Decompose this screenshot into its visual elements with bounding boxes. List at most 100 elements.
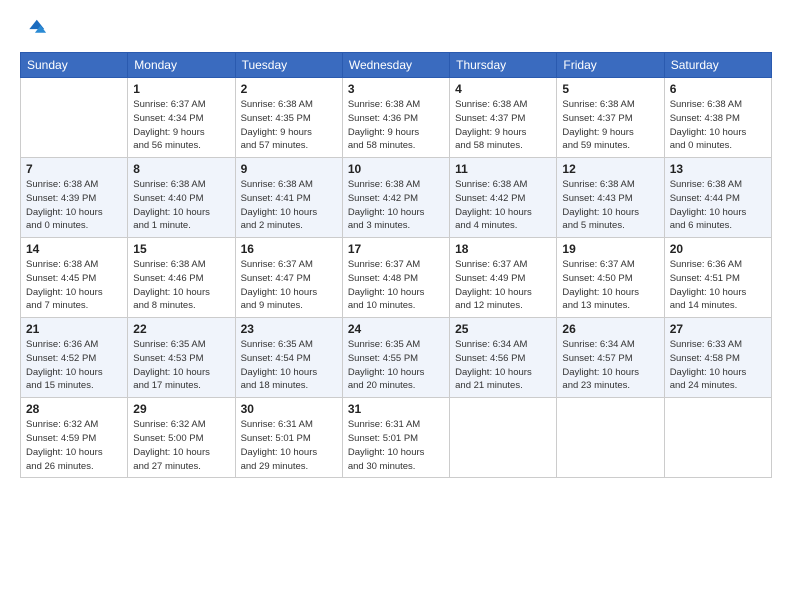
day-number: 21 xyxy=(26,322,122,336)
logo xyxy=(20,16,52,44)
day-info: Sunrise: 6:36 AMSunset: 4:52 PMDaylight:… xyxy=(26,338,122,393)
day-info: Sunrise: 6:37 AMSunset: 4:34 PMDaylight:… xyxy=(133,98,229,153)
calendar-cell: 9 Sunrise: 6:38 AMSunset: 4:41 PMDaylight… xyxy=(235,158,342,238)
day-info: Sunrise: 6:38 AMSunset: 4:38 PMDaylight:… xyxy=(670,98,766,153)
week-row-4: 21 Sunrise: 6:36 AMSunset: 4:52 PMDayligh… xyxy=(21,318,772,398)
day-info: Sunrise: 6:35 AMSunset: 4:55 PMDaylight:… xyxy=(348,338,444,393)
day-info: Sunrise: 6:33 AMSunset: 4:58 PMDaylight:… xyxy=(670,338,766,393)
day-number: 8 xyxy=(133,162,229,176)
week-row-2: 7 Sunrise: 6:38 AMSunset: 4:39 PMDaylight… xyxy=(21,158,772,238)
calendar-cell: 16 Sunrise: 6:37 AMSunset: 4:47 PMDayligh… xyxy=(235,238,342,318)
day-number: 31 xyxy=(348,402,444,416)
weekday-header-row: SundayMondayTuesdayWednesdayThursdayFrid… xyxy=(21,53,772,78)
day-number: 16 xyxy=(241,242,337,256)
day-number: 20 xyxy=(670,242,766,256)
calendar-cell: 22Sunrise: 6:35 AMSunset: 4:53 PMDayligh… xyxy=(128,318,235,398)
day-info: Sunrise: 6:38 AMSunset: 4:46 PMDaylight:… xyxy=(133,258,229,313)
calendar-cell: 17 Sunrise: 6:37 AMSunset: 4:48 PMDayligh… xyxy=(342,238,449,318)
day-info: Sunrise: 6:38 AMSunset: 4:35 PMDaylight:… xyxy=(241,98,337,153)
day-number: 18 xyxy=(455,242,551,256)
calendar-cell: 4Sunrise: 6:38 AMSunset: 4:37 PMDaylight… xyxy=(450,78,557,158)
day-number: 10 xyxy=(348,162,444,176)
calendar-cell: 21 Sunrise: 6:36 AMSunset: 4:52 PMDayligh… xyxy=(21,318,128,398)
day-number: 5 xyxy=(562,82,658,96)
day-info: Sunrise: 6:38 AMSunset: 4:43 PMDaylight:… xyxy=(562,178,658,233)
day-info: Sunrise: 6:37 AMSunset: 4:48 PMDaylight:… xyxy=(348,258,444,313)
calendar-cell: 10 Sunrise: 6:38 AMSunset: 4:42 PMDayligh… xyxy=(342,158,449,238)
calendar-cell: 3Sunrise: 6:38 AMSunset: 4:36 PMDaylight… xyxy=(342,78,449,158)
day-number: 17 xyxy=(348,242,444,256)
calendar-cell: 15 Sunrise: 6:38 AMSunset: 4:46 PMDayligh… xyxy=(128,238,235,318)
calendar-cell: 20 Sunrise: 6:36 AMSunset: 4:51 PMDayligh… xyxy=(664,238,771,318)
calendar-cell xyxy=(21,78,128,158)
header xyxy=(20,16,772,44)
calendar-cell: 12 Sunrise: 6:38 AMSunset: 4:43 PMDayligh… xyxy=(557,158,664,238)
calendar-cell: 13Sunrise: 6:38 AMSunset: 4:44 PMDayligh… xyxy=(664,158,771,238)
day-number: 12 xyxy=(562,162,658,176)
day-info: Sunrise: 6:34 AMSunset: 4:57 PMDaylight:… xyxy=(562,338,658,393)
day-info: Sunrise: 6:37 AMSunset: 4:50 PMDaylight:… xyxy=(562,258,658,313)
calendar-cell: 5 Sunrise: 6:38 AMSunset: 4:37 PMDaylight… xyxy=(557,78,664,158)
calendar-cell: 11 Sunrise: 6:38 AMSunset: 4:42 PMDayligh… xyxy=(450,158,557,238)
week-row-3: 14Sunrise: 6:38 AMSunset: 4:45 PMDayligh… xyxy=(21,238,772,318)
calendar-cell: 23 Sunrise: 6:35 AMSunset: 4:54 PMDayligh… xyxy=(235,318,342,398)
day-info: Sunrise: 6:38 AMSunset: 4:37 PMDaylight:… xyxy=(455,98,551,153)
day-number: 27 xyxy=(670,322,766,336)
day-number: 19 xyxy=(562,242,658,256)
calendar-cell: 30Sunrise: 6:31 AMSunset: 5:01 PMDayligh… xyxy=(235,398,342,478)
calendar-cell: 6 Sunrise: 6:38 AMSunset: 4:38 PMDaylight… xyxy=(664,78,771,158)
day-info: Sunrise: 6:34 AMSunset: 4:56 PMDaylight:… xyxy=(455,338,551,393)
day-info: Sunrise: 6:36 AMSunset: 4:51 PMDaylight:… xyxy=(670,258,766,313)
calendar-cell: 27 Sunrise: 6:33 AMSunset: 4:58 PMDayligh… xyxy=(664,318,771,398)
weekday-header-saturday: Saturday xyxy=(664,53,771,78)
day-number: 28 xyxy=(26,402,122,416)
calendar-cell: 19 Sunrise: 6:37 AMSunset: 4:50 PMDayligh… xyxy=(557,238,664,318)
calendar-cell: 29Sunrise: 6:32 AMSunset: 5:00 PMDayligh… xyxy=(128,398,235,478)
day-number: 13 xyxy=(670,162,766,176)
day-number: 15 xyxy=(133,242,229,256)
day-number: 23 xyxy=(241,322,337,336)
weekday-header-wednesday: Wednesday xyxy=(342,53,449,78)
day-number: 11 xyxy=(455,162,551,176)
weekday-header-friday: Friday xyxy=(557,53,664,78)
day-info: Sunrise: 6:37 AMSunset: 4:47 PMDaylight:… xyxy=(241,258,337,313)
day-info: Sunrise: 6:31 AMSunset: 5:01 PMDaylight:… xyxy=(348,418,444,473)
calendar-cell: 26 Sunrise: 6:34 AMSunset: 4:57 PMDayligh… xyxy=(557,318,664,398)
week-row-1: 1 Sunrise: 6:37 AMSunset: 4:34 PMDaylight… xyxy=(21,78,772,158)
day-info: Sunrise: 6:38 AMSunset: 4:37 PMDaylight:… xyxy=(562,98,658,153)
calendar-cell xyxy=(664,398,771,478)
page: SundayMondayTuesdayWednesdayThursdayFrid… xyxy=(0,0,792,612)
day-info: Sunrise: 6:32 AMSunset: 5:00 PMDaylight:… xyxy=(133,418,229,473)
day-info: Sunrise: 6:38 AMSunset: 4:40 PMDaylight:… xyxy=(133,178,229,233)
day-info: Sunrise: 6:38 AMSunset: 4:36 PMDaylight:… xyxy=(348,98,444,153)
day-number: 24 xyxy=(348,322,444,336)
calendar-cell: 25 Sunrise: 6:34 AMSunset: 4:56 PMDayligh… xyxy=(450,318,557,398)
calendar-cell: 18Sunrise: 6:37 AMSunset: 4:49 PMDayligh… xyxy=(450,238,557,318)
day-number: 22 xyxy=(133,322,229,336)
calendar-cell: 1 Sunrise: 6:37 AMSunset: 4:34 PMDaylight… xyxy=(128,78,235,158)
day-number: 25 xyxy=(455,322,551,336)
day-info: Sunrise: 6:38 AMSunset: 4:42 PMDaylight:… xyxy=(455,178,551,233)
week-row-5: 28Sunrise: 6:32 AMSunset: 4:59 PMDayligh… xyxy=(21,398,772,478)
calendar-cell: 8 Sunrise: 6:38 AMSunset: 4:40 PMDaylight… xyxy=(128,158,235,238)
day-number: 9 xyxy=(241,162,337,176)
day-info: Sunrise: 6:38 AMSunset: 4:41 PMDaylight:… xyxy=(241,178,337,233)
calendar-table: SundayMondayTuesdayWednesdayThursdayFrid… xyxy=(20,52,772,478)
calendar-cell: 24 Sunrise: 6:35 AMSunset: 4:55 PMDayligh… xyxy=(342,318,449,398)
calendar-cell xyxy=(450,398,557,478)
calendar-cell: 14Sunrise: 6:38 AMSunset: 4:45 PMDayligh… xyxy=(21,238,128,318)
weekday-header-thursday: Thursday xyxy=(450,53,557,78)
day-number: 26 xyxy=(562,322,658,336)
calendar-cell: 2Sunrise: 6:38 AMSunset: 4:35 PMDaylight… xyxy=(235,78,342,158)
calendar-cell xyxy=(557,398,664,478)
day-info: Sunrise: 6:38 AMSunset: 4:42 PMDaylight:… xyxy=(348,178,444,233)
weekday-header-tuesday: Tuesday xyxy=(235,53,342,78)
day-number: 6 xyxy=(670,82,766,96)
day-number: 1 xyxy=(133,82,229,96)
day-info: Sunrise: 6:35 AMSunset: 4:54 PMDaylight:… xyxy=(241,338,337,393)
calendar-cell: 7 Sunrise: 6:38 AMSunset: 4:39 PMDaylight… xyxy=(21,158,128,238)
day-info: Sunrise: 6:38 AMSunset: 4:39 PMDaylight:… xyxy=(26,178,122,233)
calendar-cell: 31 Sunrise: 6:31 AMSunset: 5:01 PMDayligh… xyxy=(342,398,449,478)
day-number: 7 xyxy=(26,162,122,176)
day-info: Sunrise: 6:31 AMSunset: 5:01 PMDaylight:… xyxy=(241,418,337,473)
